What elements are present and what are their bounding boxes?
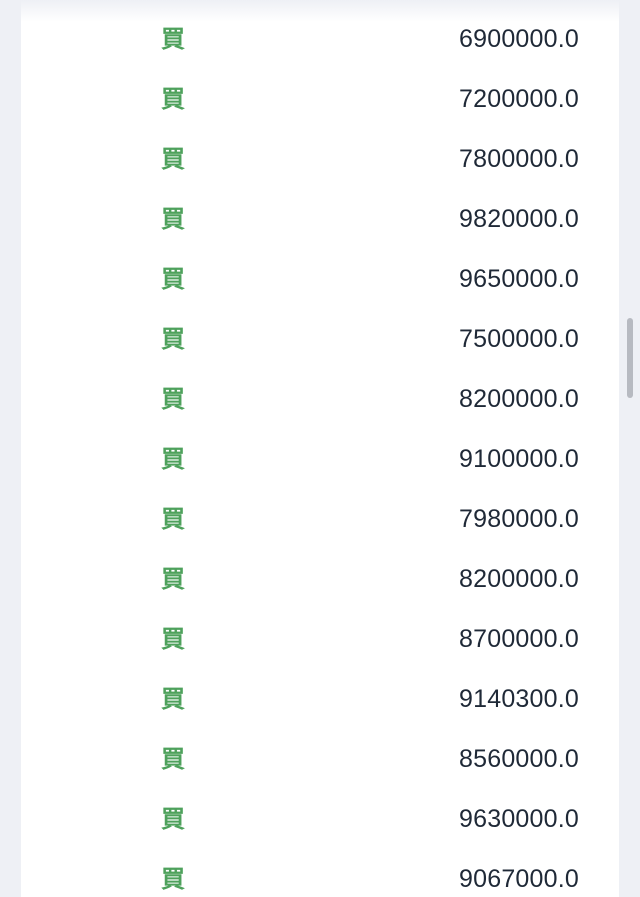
table-row[interactable]: 買 7200000.0 bbox=[21, 69, 619, 129]
buy-side-label: 買 bbox=[161, 685, 185, 713]
vertical-scrollbar-thumb[interactable] bbox=[627, 318, 633, 398]
buy-side-label: 買 bbox=[161, 145, 185, 173]
price-value: 8700000.0 bbox=[459, 625, 579, 653]
table-row[interactable]: 買 8700000.0 bbox=[21, 609, 619, 669]
price-value: 9630000.0 bbox=[459, 805, 579, 833]
table-row[interactable]: 買 9650000.0 bbox=[21, 249, 619, 309]
price-value: 9067000.0 bbox=[459, 865, 579, 893]
price-value: 8200000.0 bbox=[459, 565, 579, 593]
price-value: 9820000.0 bbox=[459, 205, 579, 233]
buy-side-label: 買 bbox=[161, 565, 185, 593]
buy-side-label: 買 bbox=[161, 445, 185, 473]
table-row[interactable]: 買 7500000.0 bbox=[21, 309, 619, 369]
table-row[interactable]: 買 9140300.0 bbox=[21, 669, 619, 729]
price-value: 9650000.0 bbox=[459, 265, 579, 293]
price-value: 9100000.0 bbox=[459, 445, 579, 473]
price-value: 7200000.0 bbox=[459, 85, 579, 113]
price-value: 9140300.0 bbox=[459, 685, 579, 713]
table-row[interactable]: 買 8560000.0 bbox=[21, 729, 619, 789]
buy-side-label: 買 bbox=[161, 805, 185, 833]
buy-side-label: 買 bbox=[161, 865, 185, 893]
buy-side-label: 買 bbox=[161, 505, 185, 533]
table-row[interactable]: 買 9820000.0 bbox=[21, 189, 619, 249]
price-value: 7980000.0 bbox=[459, 505, 579, 533]
buy-side-label: 買 bbox=[161, 325, 185, 353]
page: 買 6900000.0 買 7200000.0 買 7800000.0 買 98… bbox=[0, 0, 640, 897]
price-value: 7500000.0 bbox=[459, 325, 579, 353]
buy-side-label: 買 bbox=[161, 205, 185, 233]
price-value: 6900000.0 bbox=[459, 25, 579, 53]
table-row[interactable]: 買 9630000.0 bbox=[21, 789, 619, 849]
table-row[interactable]: 買 6900000.0 bbox=[21, 9, 619, 69]
table-row[interactable]: 買 9100000.0 bbox=[21, 429, 619, 489]
price-value: 8560000.0 bbox=[459, 745, 579, 773]
order-list: 買 6900000.0 買 7200000.0 買 7800000.0 買 98… bbox=[21, 9, 619, 897]
buy-side-label: 買 bbox=[161, 385, 185, 413]
buy-side-label: 買 bbox=[161, 745, 185, 773]
price-value: 8200000.0 bbox=[459, 385, 579, 413]
price-value: 7800000.0 bbox=[459, 145, 579, 173]
buy-side-label: 買 bbox=[161, 265, 185, 293]
order-list-panel: 買 6900000.0 買 7200000.0 買 7800000.0 買 98… bbox=[21, 0, 619, 897]
table-row[interactable]: 買 7800000.0 bbox=[21, 129, 619, 189]
buy-side-label: 買 bbox=[161, 25, 185, 53]
table-row[interactable]: 買 7980000.0 bbox=[21, 489, 619, 549]
buy-side-label: 買 bbox=[161, 625, 185, 653]
buy-side-label: 買 bbox=[161, 85, 185, 113]
table-row[interactable]: 買 8200000.0 bbox=[21, 549, 619, 609]
table-row[interactable]: 買 9067000.0 bbox=[21, 849, 619, 897]
table-row[interactable]: 買 8200000.0 bbox=[21, 369, 619, 429]
